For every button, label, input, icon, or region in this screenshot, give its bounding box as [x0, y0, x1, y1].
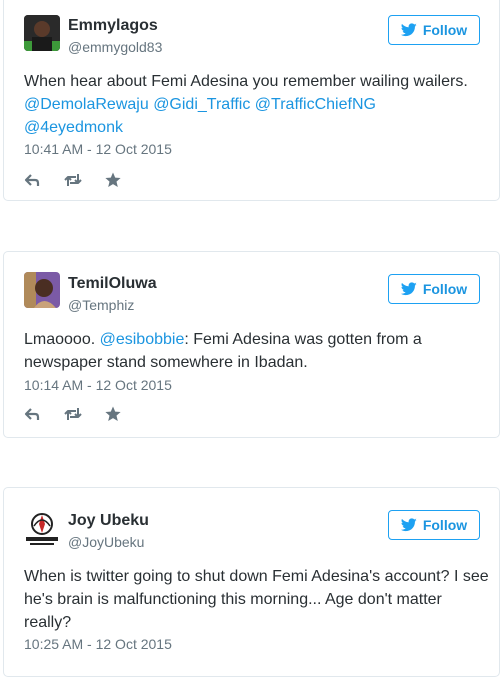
- user-name[interactable]: Joy Ubeku: [68, 512, 149, 530]
- mention-link[interactable]: @Gidi_Traffic: [153, 96, 250, 113]
- tweet-timestamp[interactable]: 10:14 AM - 12 Oct 2015: [24, 377, 172, 393]
- tweet-text-body: Lmaoooo.: [24, 331, 100, 348]
- follow-label: Follow: [422, 281, 468, 297]
- mention-link[interactable]: @DemolaRewaju: [24, 96, 149, 113]
- follow-label: Follow: [422, 517, 468, 533]
- follow-label: Follow: [422, 22, 468, 38]
- captain-media-logo: [22, 508, 62, 548]
- tweet-card: Joy Ubeku @JoyUbeku Follow When is twitt…: [3, 487, 500, 677]
- mention-link[interactable]: @esibobbie: [100, 331, 185, 348]
- favorite-star-icon[interactable]: [104, 405, 122, 423]
- tweet-timestamp[interactable]: 10:25 AM - 12 Oct 2015: [24, 636, 172, 652]
- tweet-card: TemilOluwa @Temphiz Follow Lmaoooo. @esi…: [3, 251, 500, 438]
- twitter-bird-icon: [400, 518, 417, 532]
- retweet-icon[interactable]: [64, 405, 82, 423]
- follow-button[interactable]: Follow: [388, 15, 480, 45]
- tweet-actions: [24, 405, 122, 423]
- retweet-icon[interactable]: [64, 171, 82, 189]
- tweet-text: When hear about Femi Adesina you remembe…: [24, 70, 489, 139]
- avatar[interactable]: [22, 508, 62, 548]
- user-handle[interactable]: @JoyUbeku: [68, 534, 144, 550]
- tweet-card: Emmylagos @emmygold83 Follow When hear a…: [3, 0, 500, 201]
- user-handle[interactable]: @Temphiz: [68, 297, 134, 313]
- user-name[interactable]: Emmylagos: [68, 17, 158, 35]
- follow-button[interactable]: Follow: [388, 274, 480, 304]
- tweet-actions: [24, 171, 122, 189]
- avatar[interactable]: [24, 272, 60, 308]
- follow-button[interactable]: Follow: [388, 510, 480, 540]
- tweet-timestamp[interactable]: 10:41 AM - 12 Oct 2015: [24, 141, 172, 157]
- reply-icon[interactable]: [24, 171, 42, 189]
- mention-link[interactable]: @4eyedmonk: [24, 119, 123, 136]
- favorite-star-icon[interactable]: [104, 171, 122, 189]
- twitter-bird-icon: [400, 282, 417, 296]
- mention-link[interactable]: @TrafficChiefNG: [255, 96, 376, 113]
- user-name[interactable]: TemilOluwa: [68, 275, 157, 293]
- tweet-text: Lmaoooo. @esibobbie: Femi Adesina was go…: [24, 328, 489, 374]
- twitter-bird-icon: [400, 23, 417, 37]
- reply-icon[interactable]: [24, 405, 42, 423]
- tweet-text: When is twitter going to shut down Femi …: [24, 568, 489, 631]
- avatar-photo: [24, 15, 60, 51]
- avatar-photo: [24, 272, 60, 308]
- user-handle[interactable]: @emmygold83: [68, 39, 162, 55]
- avatar[interactable]: [24, 15, 60, 51]
- tweet-text-body: When hear about Femi Adesina you remembe…: [24, 73, 468, 90]
